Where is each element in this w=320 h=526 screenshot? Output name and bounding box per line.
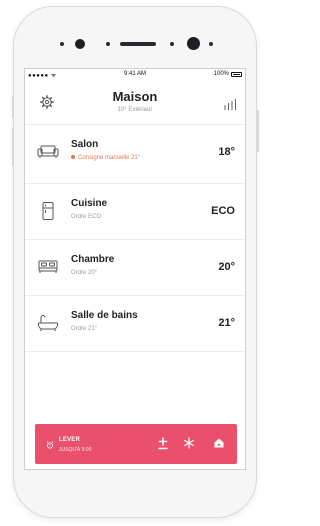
room-row-salle-de-bains[interactable]: Salle de bains Ordre 21° 21° xyxy=(25,296,245,352)
room-status-text: Consigne manuelle 21° xyxy=(78,155,141,161)
sofa-icon xyxy=(37,143,59,161)
fridge-icon xyxy=(37,202,59,220)
battery-icon xyxy=(231,72,242,77)
room-name: Salon xyxy=(71,139,99,150)
room-status: Ordre 20° xyxy=(71,270,98,276)
mode-until: JUSQU'À 9:00 xyxy=(59,447,92,453)
status-time: 9:41 AM xyxy=(123,71,146,77)
room-name: Cuisine xyxy=(71,198,108,209)
room-row-chambre[interactable]: Chambre Ordre 20° 20° xyxy=(25,240,245,296)
sensor-dot xyxy=(209,42,213,46)
alarm-icon xyxy=(46,436,54,449)
room-row-cuisine[interactable]: Cuisine Ordre ECO ECO xyxy=(25,184,245,240)
stats-icon[interactable] xyxy=(223,97,237,110)
room-row-salon[interactable]: Salon Consigne manuelle 21° 18° xyxy=(25,125,245,184)
room-name: Salle de bains xyxy=(71,310,138,321)
mute-switch xyxy=(12,96,14,118)
bed-icon xyxy=(37,258,59,276)
home-mode-icon[interactable] xyxy=(211,434,227,452)
battery-percent: 100% xyxy=(213,71,229,77)
snowflake-icon[interactable] xyxy=(181,434,197,452)
app-header: Maison 10° Extérieur xyxy=(25,81,245,125)
phone-earpiece xyxy=(0,36,270,52)
bathtub-icon xyxy=(37,314,59,332)
mode-bar[interactable]: LEVER JUSQU'À 9:00 xyxy=(35,424,237,464)
room-status: Consigne manuelle 21° xyxy=(71,155,140,161)
sensor-dot xyxy=(170,42,174,46)
app-screen: ●●●●● ᯤ 9:41 AM 100% Maison 10° Extérieu… xyxy=(24,68,246,470)
mode-label: LEVER xyxy=(59,437,81,443)
status-bar: ●●●●● ᯤ 9:41 AM 100% xyxy=(25,69,245,81)
room-status: Ordre 21° xyxy=(71,326,98,332)
room-temperature: 21° xyxy=(218,317,235,329)
sensor-dot xyxy=(60,42,64,46)
outdoor-temperature: 10° Extérieur xyxy=(117,107,153,113)
volume-button xyxy=(12,128,14,166)
face-sensor xyxy=(187,37,200,50)
room-temperature: ECO xyxy=(211,205,235,217)
room-status: Ordre ECO xyxy=(71,214,102,220)
room-name: Chambre xyxy=(71,254,115,265)
room-temperature: 18° xyxy=(218,146,235,158)
sensor-dot xyxy=(106,42,110,46)
page-title: Maison xyxy=(112,89,158,104)
boost-plus-icon[interactable] xyxy=(155,434,171,452)
power-button xyxy=(257,110,259,152)
room-temperature: 20° xyxy=(218,261,235,273)
front-camera xyxy=(75,39,85,49)
alert-dot xyxy=(71,155,75,160)
speaker-grille xyxy=(120,42,156,46)
